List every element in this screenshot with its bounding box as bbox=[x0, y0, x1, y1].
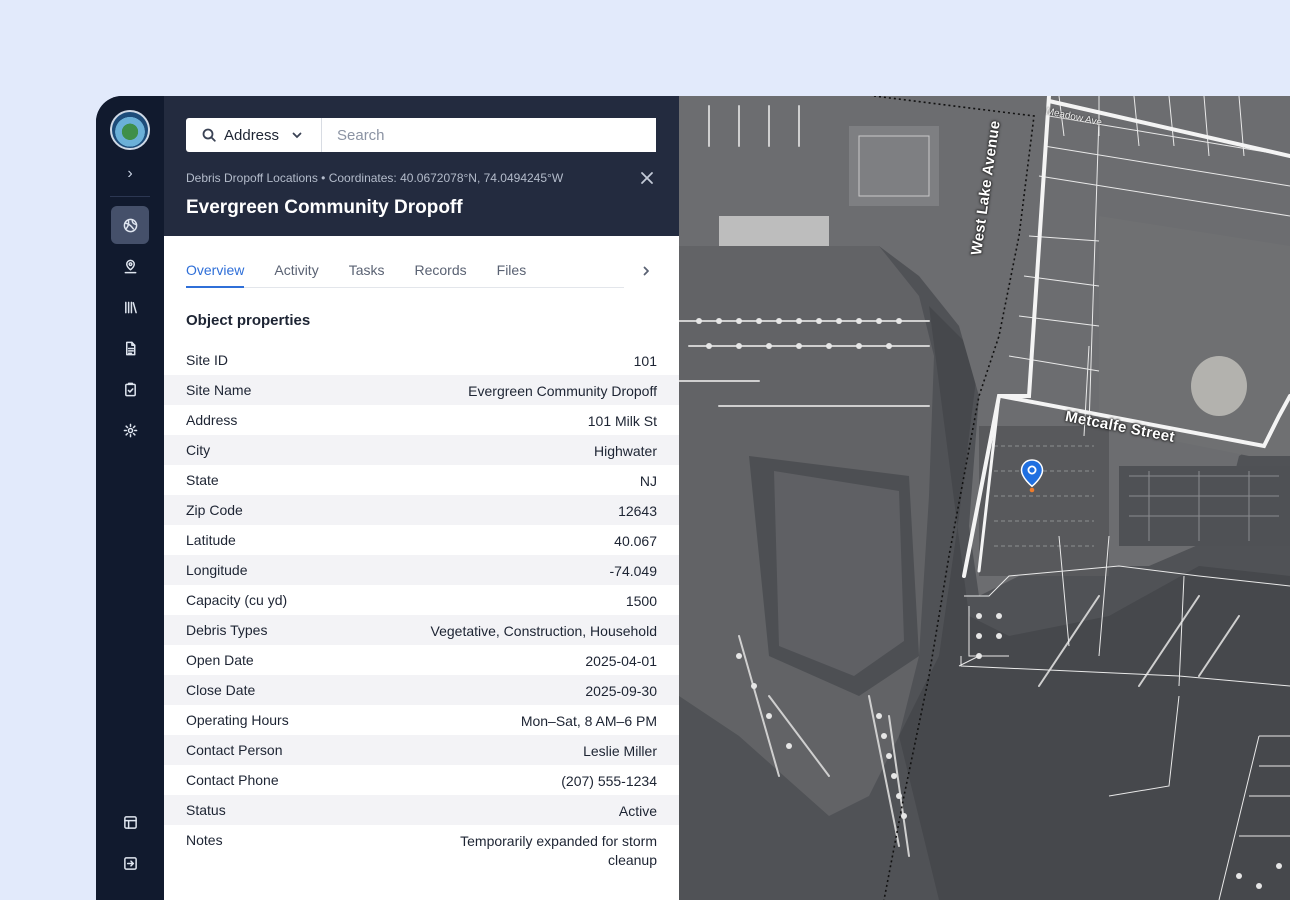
property-row: Operating Hours Mon–Sat, 8 AM–6 PM bbox=[164, 705, 679, 735]
panel-header: Address Debris Dropoff Locations • Coord… bbox=[164, 96, 679, 236]
property-value: 101 Milk St bbox=[587, 413, 657, 429]
property-row: Longitude -74.049 bbox=[164, 555, 679, 585]
property-key: Contact Person bbox=[186, 742, 283, 758]
property-key: Latitude bbox=[186, 532, 236, 548]
property-key: Site ID bbox=[186, 352, 229, 368]
layout-icon[interactable] bbox=[111, 803, 149, 841]
property-row: Status Active bbox=[164, 795, 679, 825]
property-value: Evergreen Community Dropoff bbox=[468, 383, 657, 399]
document-icon[interactable] bbox=[111, 329, 149, 367]
property-row: Latitude 40.067 bbox=[164, 525, 679, 555]
property-key: Operating Hours bbox=[186, 712, 289, 728]
property-value: 12643 bbox=[618, 503, 657, 519]
left-rail: › bbox=[96, 96, 164, 900]
location-pin-icon[interactable] bbox=[1020, 459, 1044, 493]
property-value: (207) 555-1234 bbox=[561, 773, 657, 789]
property-value: 1500 bbox=[625, 593, 657, 609]
record-title: Evergreen Community Dropoff bbox=[186, 197, 463, 218]
section-title: Object properties bbox=[186, 312, 311, 329]
app-window: › Address Search Debris Dropoff Location… bbox=[96, 96, 1290, 900]
settings-icon[interactable] bbox=[111, 411, 149, 449]
property-row: City Highwater bbox=[164, 435, 679, 465]
property-value: 40.067 bbox=[614, 533, 657, 549]
property-list: Site ID 101 Site Name Evergreen Community … bbox=[164, 345, 679, 873]
property-row: Notes Temporarily expanded for storm clea… bbox=[164, 825, 679, 873]
property-key: Notes bbox=[186, 832, 223, 848]
search-type-dropdown[interactable]: Address bbox=[186, 118, 322, 152]
property-key: Site Name bbox=[186, 382, 252, 398]
tab-files[interactable]: Files bbox=[497, 236, 527, 288]
property-value: Active bbox=[618, 803, 657, 819]
record-meta: Debris Dropoff Locations • Coordinates: … bbox=[186, 171, 564, 185]
close-icon[interactable] bbox=[640, 171, 656, 187]
chevron-right-icon[interactable] bbox=[640, 264, 656, 280]
property-value: Temporarily expanded for storm cleanup bbox=[460, 833, 657, 868]
map-view[interactable]: West Lake Avenue Metcalfe Street Meadow … bbox=[679, 96, 1290, 900]
property-row: Zip Code 12643 bbox=[164, 495, 679, 525]
property-row: Address 101 Milk St bbox=[164, 405, 679, 435]
tab-overview[interactable]: Overview bbox=[186, 236, 245, 288]
property-value: 2025-04-01 bbox=[585, 653, 657, 669]
property-key: Address bbox=[186, 412, 238, 428]
city-seal-logo[interactable] bbox=[110, 110, 150, 150]
map-layers-icon[interactable] bbox=[111, 206, 149, 244]
chevron-down-icon bbox=[292, 132, 302, 139]
property-key: Capacity (cu yd) bbox=[186, 592, 288, 608]
property-value: Mon–Sat, 8 AM–6 PM bbox=[520, 713, 657, 729]
clipboard-check-icon[interactable] bbox=[111, 370, 149, 408]
property-key: State bbox=[186, 472, 219, 488]
property-key: Status bbox=[186, 802, 226, 818]
property-key: Debris Types bbox=[186, 622, 268, 638]
search-input[interactable] bbox=[322, 118, 656, 152]
expand-rail-chevron-icon[interactable]: › bbox=[118, 162, 142, 186]
tab-activity[interactable]: Activity bbox=[274, 236, 318, 288]
search-type-label: Address bbox=[224, 126, 280, 144]
tab-bar: Overview Activity Tasks Records Files bbox=[186, 236, 624, 288]
library-icon[interactable] bbox=[111, 288, 149, 326]
location-user-icon[interactable] bbox=[111, 247, 149, 285]
property-value: -74.049 bbox=[609, 563, 657, 579]
property-value: Vegetative, Construction, Household bbox=[430, 623, 657, 639]
search-icon bbox=[202, 128, 216, 142]
property-row: Site ID 101 bbox=[164, 345, 679, 375]
property-value: Leslie Miller bbox=[583, 743, 657, 759]
property-row: Contact Person Leslie Miller bbox=[164, 735, 679, 765]
rail-divider bbox=[110, 196, 150, 197]
property-key: Zip Code bbox=[186, 502, 243, 518]
property-key: City bbox=[186, 442, 211, 458]
property-row: Open Date 2025-04-01 bbox=[164, 645, 679, 675]
property-row: Debris Types Vegetative, Construction, Ho… bbox=[164, 615, 679, 645]
property-value: Highwater bbox=[593, 443, 657, 459]
property-key: Close Date bbox=[186, 682, 256, 698]
property-row: State NJ bbox=[164, 465, 679, 495]
property-key: Open Date bbox=[186, 652, 254, 668]
property-row: Contact Phone (207) 555-1234 bbox=[164, 765, 679, 795]
property-row: Close Date 2025-09-30 bbox=[164, 675, 679, 705]
property-row: Capacity (cu yd) 1500 bbox=[164, 585, 679, 615]
property-value: 101 bbox=[633, 353, 657, 369]
property-key: Contact Phone bbox=[186, 772, 279, 788]
property-row: Site Name Evergreen Community Dropoff bbox=[164, 375, 679, 405]
tab-tasks[interactable]: Tasks bbox=[349, 236, 385, 288]
tab-records[interactable]: Records bbox=[415, 236, 467, 288]
exit-icon[interactable] bbox=[111, 844, 149, 882]
property-key: Longitude bbox=[186, 562, 248, 578]
property-value: NJ bbox=[639, 473, 657, 489]
details-panel: Address Debris Dropoff Locations • Coord… bbox=[164, 96, 679, 900]
property-value: 2025-09-30 bbox=[585, 683, 657, 699]
search-bar: Address bbox=[186, 118, 656, 152]
